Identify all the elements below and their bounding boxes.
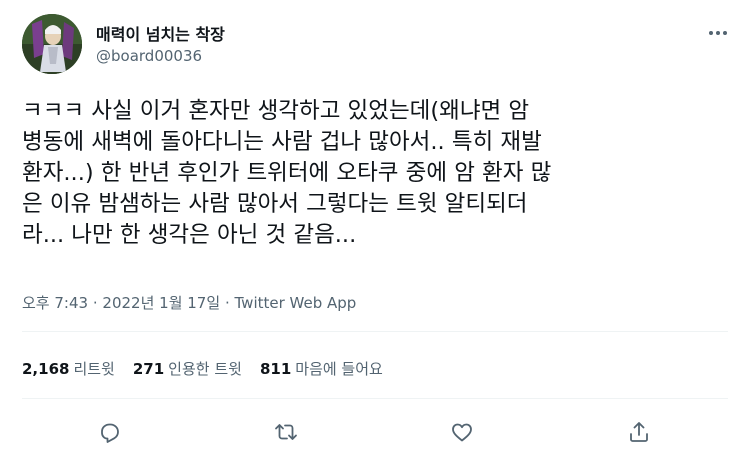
more-horizontal-icon-dot xyxy=(723,31,727,35)
tweet-text-line: 병동에 새벽에 돌아다니는 사람 겁나 많아서.. 특히 재발 xyxy=(22,129,542,155)
likes-stat[interactable]: 811 마음에 들어요 xyxy=(260,358,383,379)
reply-button[interactable] xyxy=(95,417,125,447)
likes-count: 811 xyxy=(259,360,292,378)
tweet-text-line: ㅋㅋㅋ 사실 이거 혼자만 생각하고 있었는데(왜냐면 암 xyxy=(22,98,530,124)
tweet-source[interactable]: Twitter Web App xyxy=(235,294,357,312)
tweet-text-line: 라... 나만 한 생각은 아닌 것 같음... xyxy=(22,222,357,248)
tweet-text: ㅋㅋㅋ 사실 이거 혼자만 생각하고 있었는데(왜냐면 암 병동에 새벽에 돌아… xyxy=(22,96,732,251)
tweet-stats: 2,168 리트윗 271 인용한 트윗 811 마음에 들어요 xyxy=(22,358,383,379)
meta-separator: · xyxy=(92,294,98,312)
more-horizontal-icon-dot xyxy=(716,31,720,35)
tweet-text-line: 환자...) 한 반년 후인가 트위터에 오타쿠 중에 암 환자 많 xyxy=(22,160,552,186)
heart-icon xyxy=(452,423,472,442)
divider xyxy=(22,331,728,332)
retweets-count: 2,168 xyxy=(22,360,70,378)
retweet-icon xyxy=(275,424,297,440)
more-options-button[interactable] xyxy=(706,24,730,42)
like-button[interactable] xyxy=(447,417,477,447)
likes-label: 마음에 들어요 xyxy=(295,360,383,378)
tweet-date: 2022년 1월 17일 xyxy=(102,294,221,312)
share-button[interactable] xyxy=(624,417,654,447)
author-handle[interactable]: @board00036 xyxy=(96,47,202,65)
retweet-button[interactable] xyxy=(271,417,301,447)
share-icon xyxy=(630,422,648,442)
retweets-label: 리트윗 xyxy=(73,360,115,378)
divider xyxy=(22,398,728,399)
tweet-time: 오후 7:43 xyxy=(22,294,89,312)
avatar[interactable] xyxy=(22,14,82,74)
tweet-actions xyxy=(0,417,748,447)
quotes-label: 인용한 트윗 xyxy=(168,360,242,378)
retweets-stat[interactable]: 2,168 리트윗 xyxy=(22,358,115,379)
tweet-metadata: 오후 7:43 · 2022년 1월 17일 · Twitter Web App xyxy=(22,292,356,313)
avatar-image xyxy=(22,14,82,74)
author-display-name[interactable]: 매력이 넘치는 착장 xyxy=(96,21,225,45)
tweet-text-line: 은 이유 밤샘하는 사람 많아서 그렇다는 트윗 알티되더 xyxy=(22,191,528,217)
reply-icon xyxy=(101,423,119,443)
quotes-count: 271 xyxy=(132,360,165,378)
more-horizontal-icon xyxy=(709,31,713,35)
quote-tweets-stat[interactable]: 271 인용한 트윗 xyxy=(133,358,242,379)
tweet-timestamp[interactable]: 오후 7:43 · 2022년 1월 17일 xyxy=(22,294,220,312)
meta-separator: · xyxy=(224,294,230,312)
